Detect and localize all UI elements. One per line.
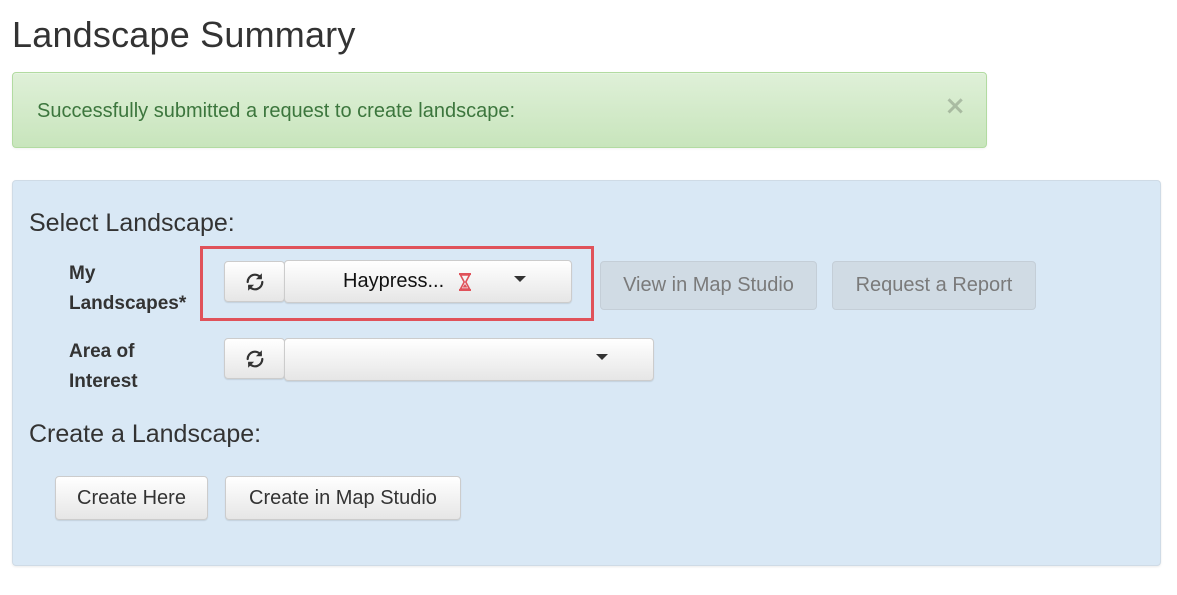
create-landscape-heading: Create a Landscape: <box>29 420 262 448</box>
refresh-icon <box>246 349 263 368</box>
success-alert: Successfully submitted a request to crea… <box>12 72 987 148</box>
page-title: Landscape Summary <box>12 14 356 55</box>
create-in-map-studio-button[interactable]: Create in Map Studio <box>225 476 461 520</box>
highlight-annotation <box>200 246 594 321</box>
my-landscapes-label-line2: Landscapes* <box>69 293 187 314</box>
landscape-summary-page: Landscape Summary Successfully submitted… <box>0 0 1177 595</box>
my-landscapes-label-line1: My <box>69 263 96 284</box>
area-of-interest-label: Area of Interest <box>69 337 138 397</box>
select-landscape-heading: Select Landscape: <box>29 209 235 237</box>
my-landscapes-label: My Landscapes* <box>69 259 186 319</box>
request-report-button[interactable]: Request a Report <box>832 261 1036 310</box>
alert-close-button[interactable]: × <box>944 93 966 119</box>
chevron-down-icon <box>596 354 608 360</box>
area-of-interest-label-line2: Interest <box>69 371 138 392</box>
area-of-interest-select[interactable] <box>284 338 654 381</box>
view-in-map-studio-button[interactable]: View in Map Studio <box>600 261 817 310</box>
create-here-button[interactable]: Create Here <box>55 476 208 520</box>
area-of-interest-label-line1: Area of <box>69 341 135 362</box>
area-of-interest-refresh-button[interactable] <box>224 338 285 379</box>
alert-message: Successfully submitted a request to crea… <box>37 100 516 122</box>
